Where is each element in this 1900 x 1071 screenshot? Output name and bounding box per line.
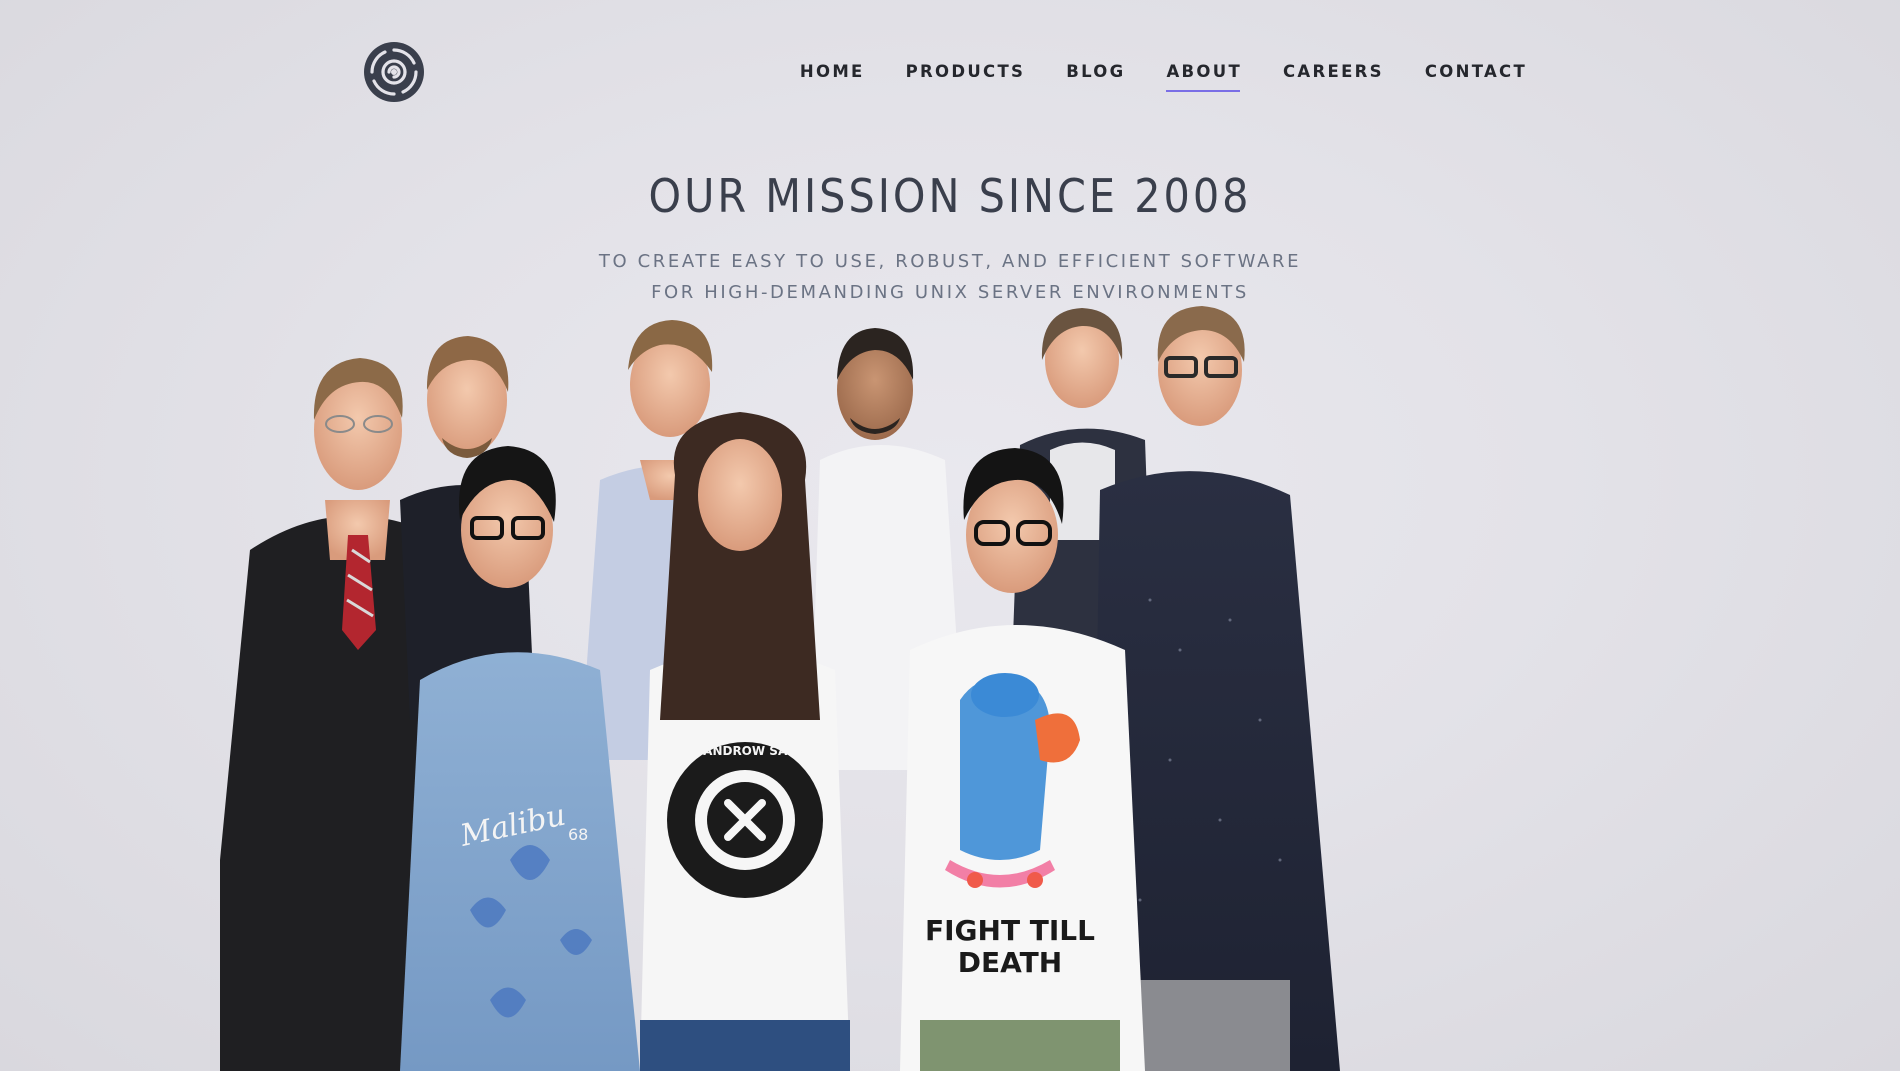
team-illustration: Malibu 68 HERE ANDROW SANDRO FIGHT TILL … [220, 306, 1340, 1071]
nav-item-products[interactable]: PRODUCTS [906, 61, 1026, 83]
nav-item-careers[interactable]: CAREERS [1283, 61, 1384, 83]
mission-hero: OUR MISSION SINCE 2008 TO CREATE EASY TO… [0, 168, 1900, 308]
mission-statement: TO CREATE EASY TO USE, ROBUST, AND EFFIC… [0, 246, 1900, 308]
nav-item-blog[interactable]: BLOG [1066, 61, 1125, 83]
main-nav: HOME PRODUCTS BLOG ABOUT CAREERS CONTACT [800, 61, 1527, 92]
site-header: HOME PRODUCTS BLOG ABOUT CAREERS CONTACT [0, 0, 1900, 150]
team-group-photo: Malibu 68 HERE ANDROW SANDRO FIGHT TILL … [220, 300, 1680, 1071]
sandro-ring-text: HERE ANDROW SANDRO [663, 744, 826, 758]
fight-print-line1: FIGHT TILL [925, 914, 1095, 947]
nav-item-about[interactable]: ABOUT [1166, 61, 1242, 92]
spiral-logo-icon [364, 42, 424, 102]
home-logo-link[interactable] [363, 41, 425, 103]
malibu-number-print: 68 [568, 825, 588, 844]
page-title: OUR MISSION SINCE 2008 [648, 169, 1252, 223]
mission-line-1: TO CREATE EASY TO USE, ROBUST, AND EFFIC… [598, 251, 1302, 272]
nav-item-contact[interactable]: CONTACT [1425, 61, 1527, 83]
nav-item-home[interactable]: HOME [800, 61, 865, 83]
fight-print-line2: DEATH [958, 946, 1062, 979]
